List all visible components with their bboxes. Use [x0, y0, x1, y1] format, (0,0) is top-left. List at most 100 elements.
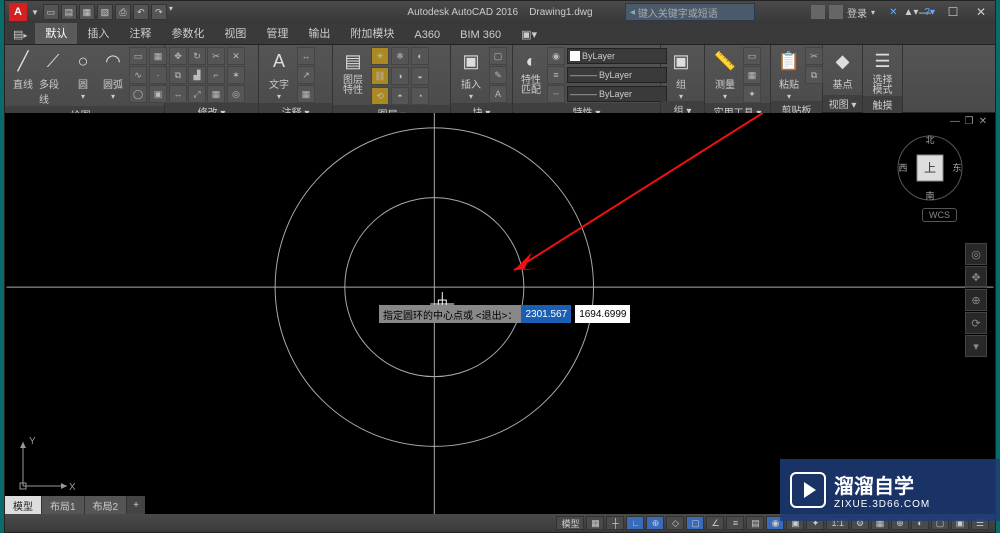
color-icon[interactable]: ◉: [547, 47, 565, 65]
mirror-icon[interactable]: ▟: [188, 66, 206, 84]
copy-icon[interactable]: ⧉: [169, 66, 187, 84]
layout-add-button[interactable]: +: [127, 498, 145, 513]
wcs-label[interactable]: WCS: [922, 208, 957, 222]
nav-show-icon[interactable]: ▾: [965, 335, 987, 357]
status-trans-icon[interactable]: ▤: [746, 516, 764, 530]
insert-button[interactable]: ▣插入▾: [455, 47, 487, 101]
status-track-icon[interactable]: ∠: [706, 516, 724, 530]
dim-icon[interactable]: ↔: [297, 47, 315, 65]
tab-output[interactable]: 输出: [298, 22, 340, 44]
layer-freeze-icon[interactable]: ❄: [391, 47, 409, 65]
lineweight-combo[interactable]: ——— ByLayer: [567, 67, 667, 83]
tab-plugin[interactable]: ▣▾: [511, 25, 547, 44]
panel-label-touch[interactable]: 触摸: [863, 96, 902, 113]
tab-bim360[interactable]: BIM 360: [450, 26, 511, 44]
maximize-button[interactable]: ☐: [939, 1, 967, 23]
viewcube[interactable]: 上 北 南 东 西: [895, 133, 965, 203]
qat-saveas-icon[interactable]: ▧: [97, 4, 113, 20]
qat-more-arrow[interactable]: ▾: [169, 4, 173, 20]
text-button[interactable]: A文字▾: [263, 47, 295, 101]
erase-icon[interactable]: ✕: [227, 47, 245, 65]
qat-plot-icon[interactable]: ⎙: [115, 4, 131, 20]
stretch-icon[interactable]: ↔: [169, 85, 187, 103]
layer-match-icon[interactable]: ◒: [411, 67, 429, 85]
table-icon[interactable]: ▦: [297, 85, 315, 103]
exchange-icon[interactable]: ✕: [889, 7, 897, 18]
nav-zoom-icon[interactable]: ⊕: [965, 289, 987, 311]
line-button[interactable]: ╱直线: [9, 47, 37, 91]
status-lwt-icon[interactable]: ≡: [726, 516, 744, 530]
status-osnap-icon[interactable]: ▢: [686, 516, 704, 530]
status-grid-icon[interactable]: ▦: [586, 516, 604, 530]
panel-label-view[interactable]: 视图 ▾: [823, 95, 862, 112]
status-polar-icon[interactable]: ⊕: [646, 516, 664, 530]
create-block-icon[interactable]: ▢: [489, 47, 507, 65]
attr-icon[interactable]: A: [489, 85, 507, 103]
qat-undo-icon[interactable]: ↶: [133, 4, 149, 20]
layer-props-button[interactable]: ▤图层 特性: [337, 47, 369, 96]
ellipse-icon[interactable]: ◯: [129, 85, 147, 103]
tab-default[interactable]: 默认: [35, 22, 77, 44]
layout-tab-2[interactable]: 布局2: [85, 496, 128, 515]
circle-button[interactable]: ○圆▾: [69, 47, 97, 101]
rotate-icon[interactable]: ↻: [188, 47, 206, 65]
doc-restore-icon[interactable]: ❐: [963, 115, 975, 127]
id-icon[interactable]: ✦: [743, 85, 761, 103]
tab-manage[interactable]: 管理: [256, 22, 298, 44]
coord-x-input[interactable]: 2301.567: [521, 305, 571, 323]
ltype-icon[interactable]: ┄: [547, 85, 565, 103]
status-iso-icon[interactable]: ◇: [666, 516, 684, 530]
doc-close-icon[interactable]: ✕: [977, 115, 989, 127]
nav-orbit-icon[interactable]: ⟳: [965, 312, 987, 334]
layer-prev-icon[interactable]: ⟲: [371, 87, 389, 105]
fillet-icon[interactable]: ⌐: [207, 66, 225, 84]
tab-annotate[interactable]: 注释: [119, 22, 161, 44]
move-icon[interactable]: ✥: [169, 47, 187, 65]
app-menu-arrow[interactable]: ▼: [31, 8, 39, 17]
login-area[interactable]: 登录 ▾: [811, 5, 875, 20]
layer-merge-icon[interactable]: ◔: [411, 87, 429, 105]
leader-icon[interactable]: ↗: [297, 66, 315, 84]
linetype-combo[interactable]: ——— ByLayer: [567, 86, 667, 102]
offset-icon[interactable]: ◎: [227, 85, 245, 103]
app-icon[interactable]: A: [9, 3, 27, 21]
status-snap-icon[interactable]: ┼: [606, 516, 624, 530]
qat-new-icon[interactable]: ▭: [43, 4, 59, 20]
doc-minimize-icon[interactable]: —: [949, 115, 961, 127]
match-props-button[interactable]: ◐特性 匹配: [517, 47, 545, 96]
spline-icon[interactable]: ∿: [129, 66, 147, 84]
explode-icon[interactable]: ✶: [227, 66, 245, 84]
qat-redo-icon[interactable]: ↷: [151, 4, 167, 20]
layer-state-icon[interactable]: ⛓: [371, 67, 389, 85]
measure-button[interactable]: 📏测量▾: [709, 47, 741, 101]
cut-icon[interactable]: ✂: [805, 47, 823, 65]
layer-lock-icon[interactable]: ☀: [371, 47, 389, 65]
nav-pan-icon[interactable]: ✥: [965, 266, 987, 288]
layout-tab-model[interactable]: 模型: [5, 496, 42, 515]
tab-view[interactable]: 视图: [214, 22, 256, 44]
edit-block-icon[interactable]: ✎: [489, 66, 507, 84]
select-icon[interactable]: ▭: [743, 47, 761, 65]
file-tab-icon[interactable]: ▤▸: [5, 25, 35, 44]
qat-open-icon[interactable]: ▤: [61, 4, 77, 20]
coord-y-input[interactable]: 1694.6999: [575, 305, 630, 323]
minimize-button[interactable]: —: [911, 1, 939, 23]
search-input[interactable]: ◂ 键入关键字或短语: [625, 3, 755, 21]
copy2-icon[interactable]: ⧉: [805, 66, 823, 84]
color-combo[interactable]: ByLayer: [567, 48, 667, 64]
calc-icon[interactable]: ▦: [743, 66, 761, 84]
layout-tab-1[interactable]: 布局1: [42, 496, 85, 515]
status-ortho-icon[interactable]: ∟: [626, 516, 644, 530]
close-button[interactable]: ✕: [967, 1, 995, 23]
group-button[interactable]: ▣组▾: [665, 47, 697, 101]
touch-button[interactable]: ☰选择 模式: [867, 47, 898, 96]
status-model-button[interactable]: 模型: [556, 516, 584, 530]
polyline-button[interactable]: ⟋多段线: [39, 47, 67, 106]
layer-walk-icon[interactable]: ◓: [391, 87, 409, 105]
layer-iso-icon[interactable]: ◑: [391, 67, 409, 85]
nav-wheel-icon[interactable]: ◎: [965, 243, 987, 265]
tab-a360[interactable]: A360: [404, 26, 450, 44]
rect-icon[interactable]: ▭: [129, 47, 147, 65]
base-button[interactable]: ◆基点: [827, 47, 858, 91]
drawing-canvas[interactable]: — ❐ ✕ 指定圆环的中心点或 <退出>： 2301.567 1694.6999: [5, 113, 995, 514]
